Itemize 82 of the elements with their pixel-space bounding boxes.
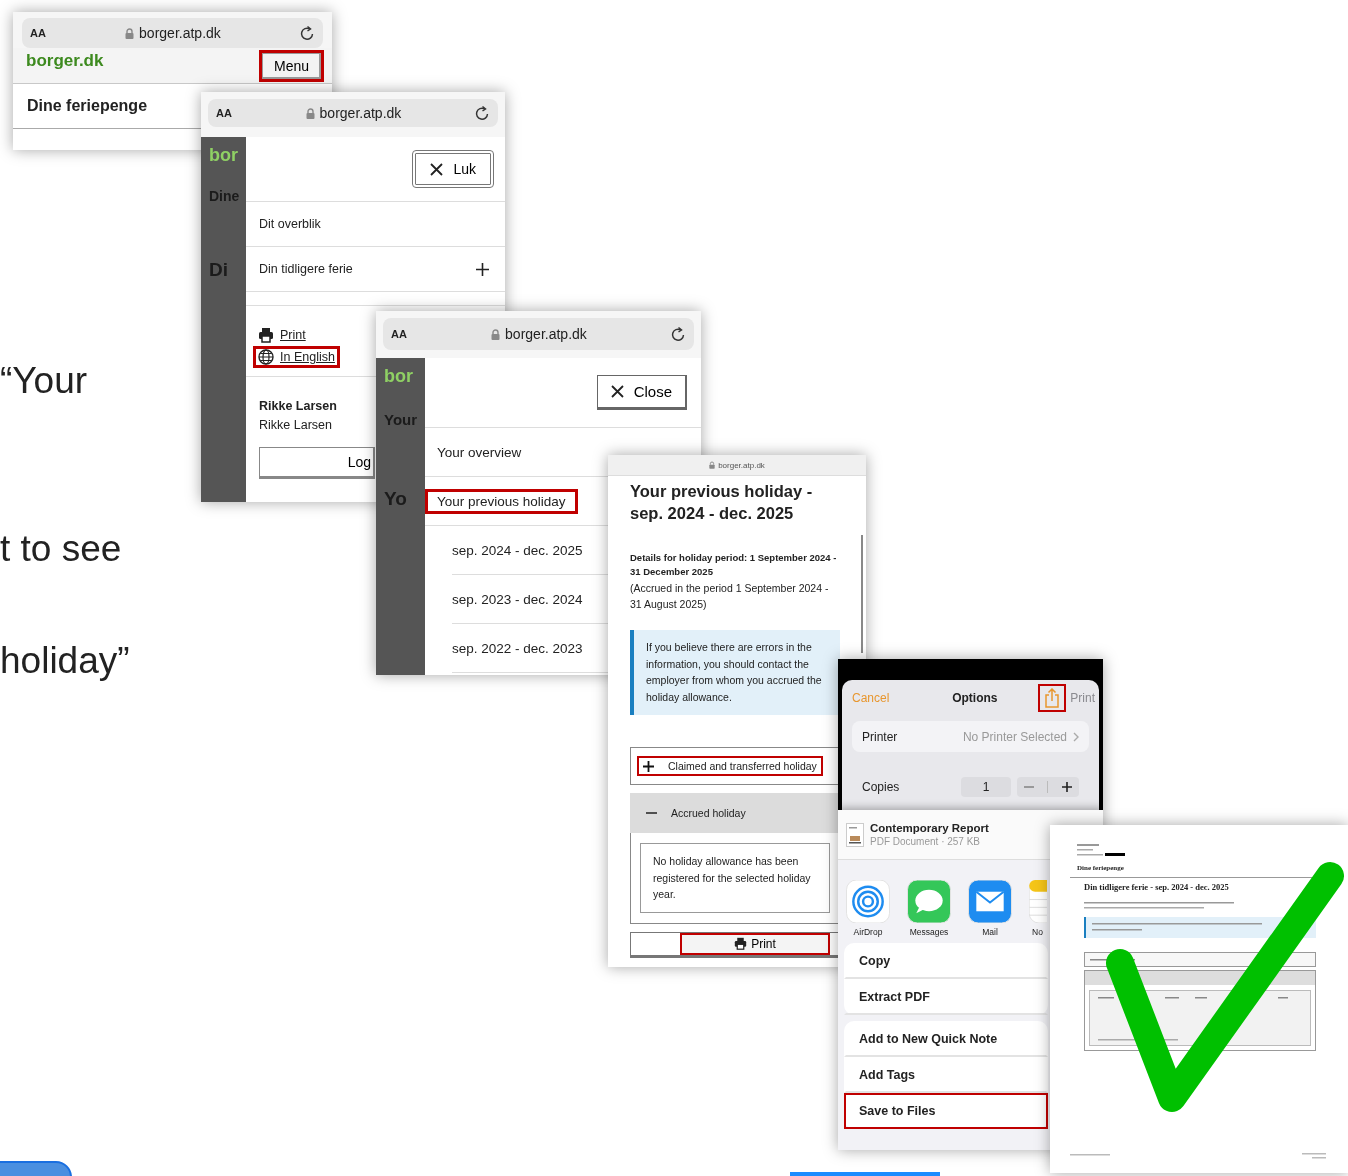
printer-icon [734,937,748,950]
background-text: Di [209,259,229,281]
sheet-title: Options [952,691,998,705]
lock-icon [125,27,135,39]
site-logo[interactable]: borger.dk [26,50,104,71]
submenu-item[interactable]: sep. 2024 - dec. 2025 [452,542,583,558]
print-button[interactable]: Print [680,932,830,955]
app-label: Mail [982,927,998,937]
printer-row[interactable]: Printer No Printer Selected [852,721,1089,752]
copies-field[interactable]: 1 [961,777,1011,797]
document-subtitle: PDF Document · 257 KB [870,836,982,847]
slide-text: “Your [0,360,88,402]
background-text: bor [209,145,239,166]
address-bar[interactable]: AA borger.atp.dk [208,99,498,127]
app-label: Messages [909,927,949,937]
language-link[interactable]: In English [253,346,340,368]
document-thumbnail-icon [846,822,864,847]
menu-item[interactable]: Your overview [425,439,534,465]
logout-button[interactable]: Log [259,447,375,479]
url-text: borger.atp.dk [139,25,221,41]
menu-item[interactable]: Din tidligere ferie [246,247,505,292]
plus-icon [476,262,489,276]
scrollbar[interactable] [861,535,863,653]
text-size-button[interactable]: AA [216,107,232,119]
url-text: borger.atp.dk [505,326,587,342]
text-size-button[interactable]: AA [30,27,46,39]
lock-icon [305,107,315,119]
text-size-button[interactable]: AA [391,328,407,340]
globe-icon [258,349,274,365]
copies-label: Copies [862,780,901,794]
share-action[interactable]: Copy [844,943,1048,979]
reload-icon[interactable] [300,25,315,41]
user-name: Rikke Larsen [259,399,337,413]
share-action[interactable]: Add Tags [844,1057,1048,1093]
user-subtitle: Rikke Larsen [259,418,332,432]
close-icon [610,385,624,398]
share-action[interactable]: Save to Files [844,1093,1048,1129]
minus-icon [646,812,657,814]
url-text: borger.atp.dk [718,460,765,470]
slide-text: t to see [0,528,122,570]
submenu-item[interactable]: sep. 2022 - dec. 2023 [452,640,583,656]
accrual-note: (Accrued in the period 1 September 2024 - 31 August 2025) [630,581,830,612]
address-bar[interactable]: AA borger.atp.dk [383,318,694,350]
document-heading: Din tidligere ferie - sep. 2024 - dec. 2025 [1084,882,1229,892]
menu-item[interactable]: Your previous holiday [425,488,578,514]
close-button[interactable]: Luk [412,150,494,188]
close-icon [430,162,444,176]
plus-icon [643,760,654,772]
lock-icon [491,328,501,340]
chevron-icon [1073,731,1079,742]
reload-icon[interactable] [475,105,490,121]
menu-item[interactable]: Dit overblik [246,202,505,247]
message-box: No holiday allowance has been registered for the selected holiday year. [640,843,830,913]
page-title: Your previous holiday - sep. 2024 - dec. 2025 [630,481,814,524]
share-icon[interactable] [1038,684,1067,712]
document-title: Contemporary Report [870,822,989,834]
address-bar[interactable]: AA borger.atp.dk [22,18,323,48]
background-text: Your [384,411,419,428]
background-text: Yo [384,488,408,510]
menu-button[interactable]: Menu [258,49,324,82]
background-text: bor [384,366,414,387]
share-action[interactable]: Add to New Quick Note [844,1021,1048,1057]
period-details: Details for holiday period: 1 September 2024 - 31 December 2025 [630,551,838,579]
print-link[interactable]: Print [253,324,311,346]
accordion-header[interactable]: Claimed and transferred holiday [637,756,823,776]
airdrop-icon[interactable] [846,880,890,923]
stepper[interactable] [1017,777,1079,797]
slide-text: holiday” [0,640,130,682]
background-text: Dine [209,188,241,204]
app-label: AirDrop [853,927,883,937]
envelope-icon[interactable] [968,880,1012,923]
info-box: If you believe there are errors in the information, you should contact the employer from whom you accrued the holiday allowance. [630,630,840,715]
page-heading: Dine feriepenge [27,97,148,115]
reload-icon[interactable] [671,326,686,342]
plus-icon[interactable] [1062,782,1073,792]
app-label: No [1032,927,1043,937]
printer-icon [258,327,274,343]
share-action[interactable]: Extract PDF [844,979,1048,1015]
url-text: borger.atp.dk [319,105,402,121]
close-button[interactable]: Close [596,375,687,410]
lock-icon [709,461,716,469]
submenu-item[interactable]: sep. 2023 - dec. 2024 [452,591,583,607]
